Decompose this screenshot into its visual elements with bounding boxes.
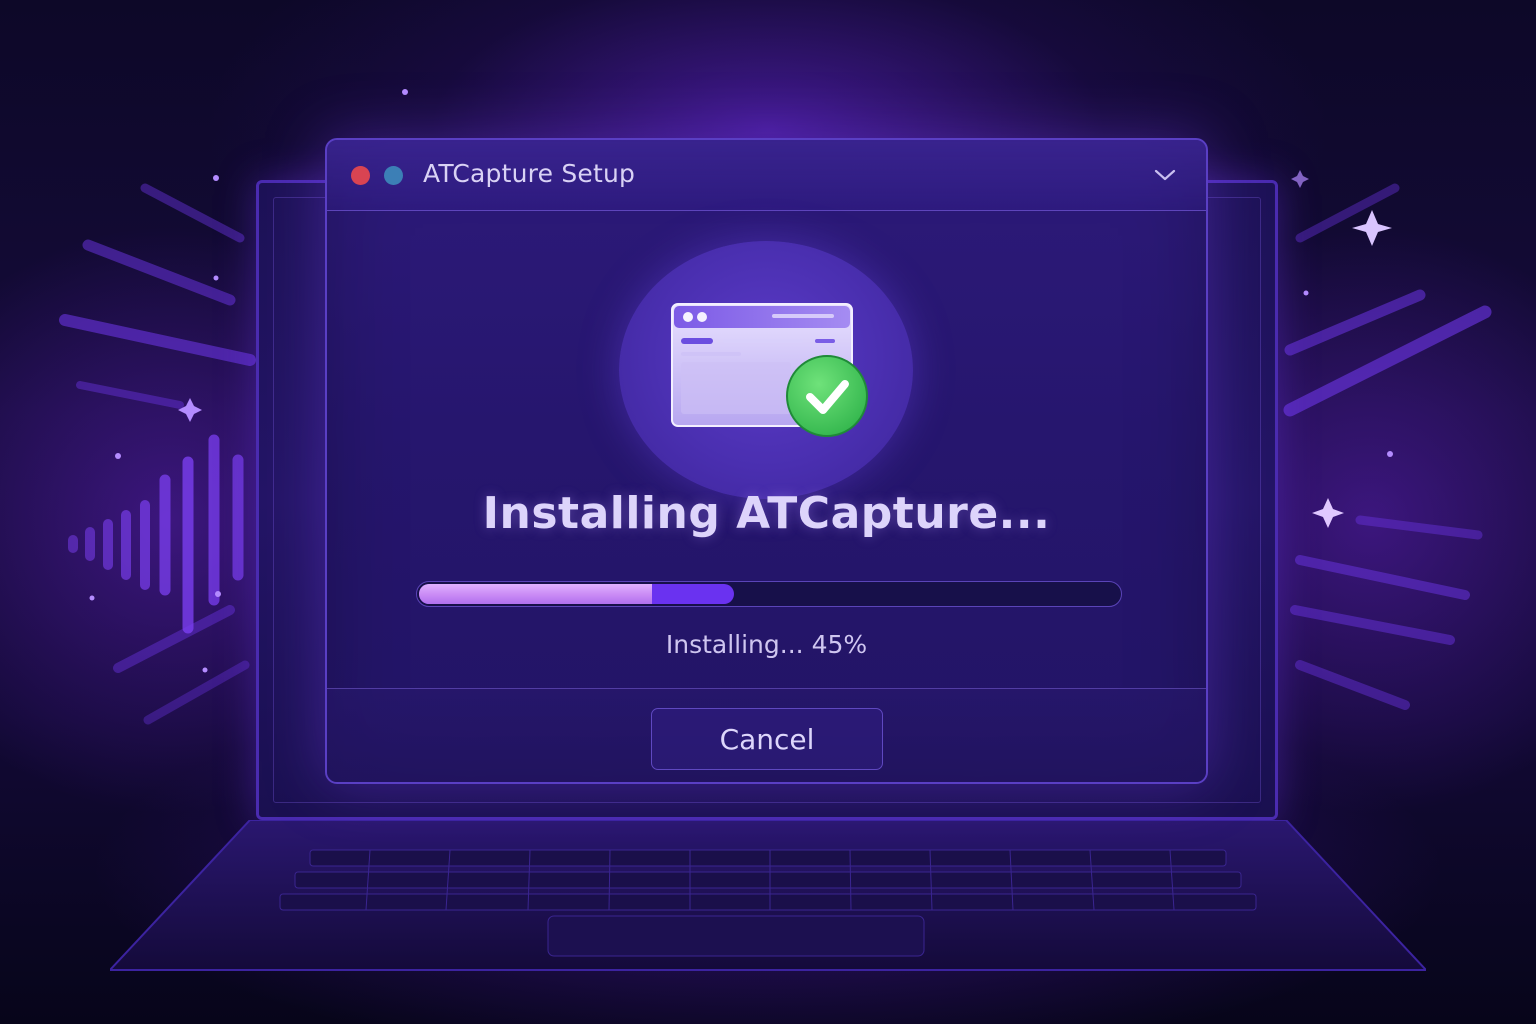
- app-window-icon: [671, 303, 868, 437]
- progress-bar: [416, 581, 1122, 607]
- window-title: ATCapture Setup: [423, 159, 636, 188]
- progress-status-text: Installing... 45%: [665, 630, 868, 659]
- background-scene: ATCapture Setup Installing ATCapture... …: [0, 0, 1536, 1024]
- install-heading: Installing ATCapture...: [482, 488, 1051, 539]
- minimize-dot-icon[interactable]: [384, 166, 403, 185]
- installer-dialog: ATCapture Setup Installing ATCapture... …: [325, 138, 1208, 784]
- chevron-down-icon[interactable]: [1152, 164, 1178, 186]
- close-dot-icon[interactable]: [351, 166, 370, 185]
- title-bar: ATCapture Setup: [327, 140, 1206, 211]
- progress-bar-highlight: [419, 584, 652, 604]
- checkmark-icon: [786, 355, 868, 437]
- laptop-trackpad: [547, 915, 925, 957]
- laptop-keyboard-deck: [110, 820, 1426, 971]
- cancel-button[interactable]: Cancel: [651, 708, 883, 770]
